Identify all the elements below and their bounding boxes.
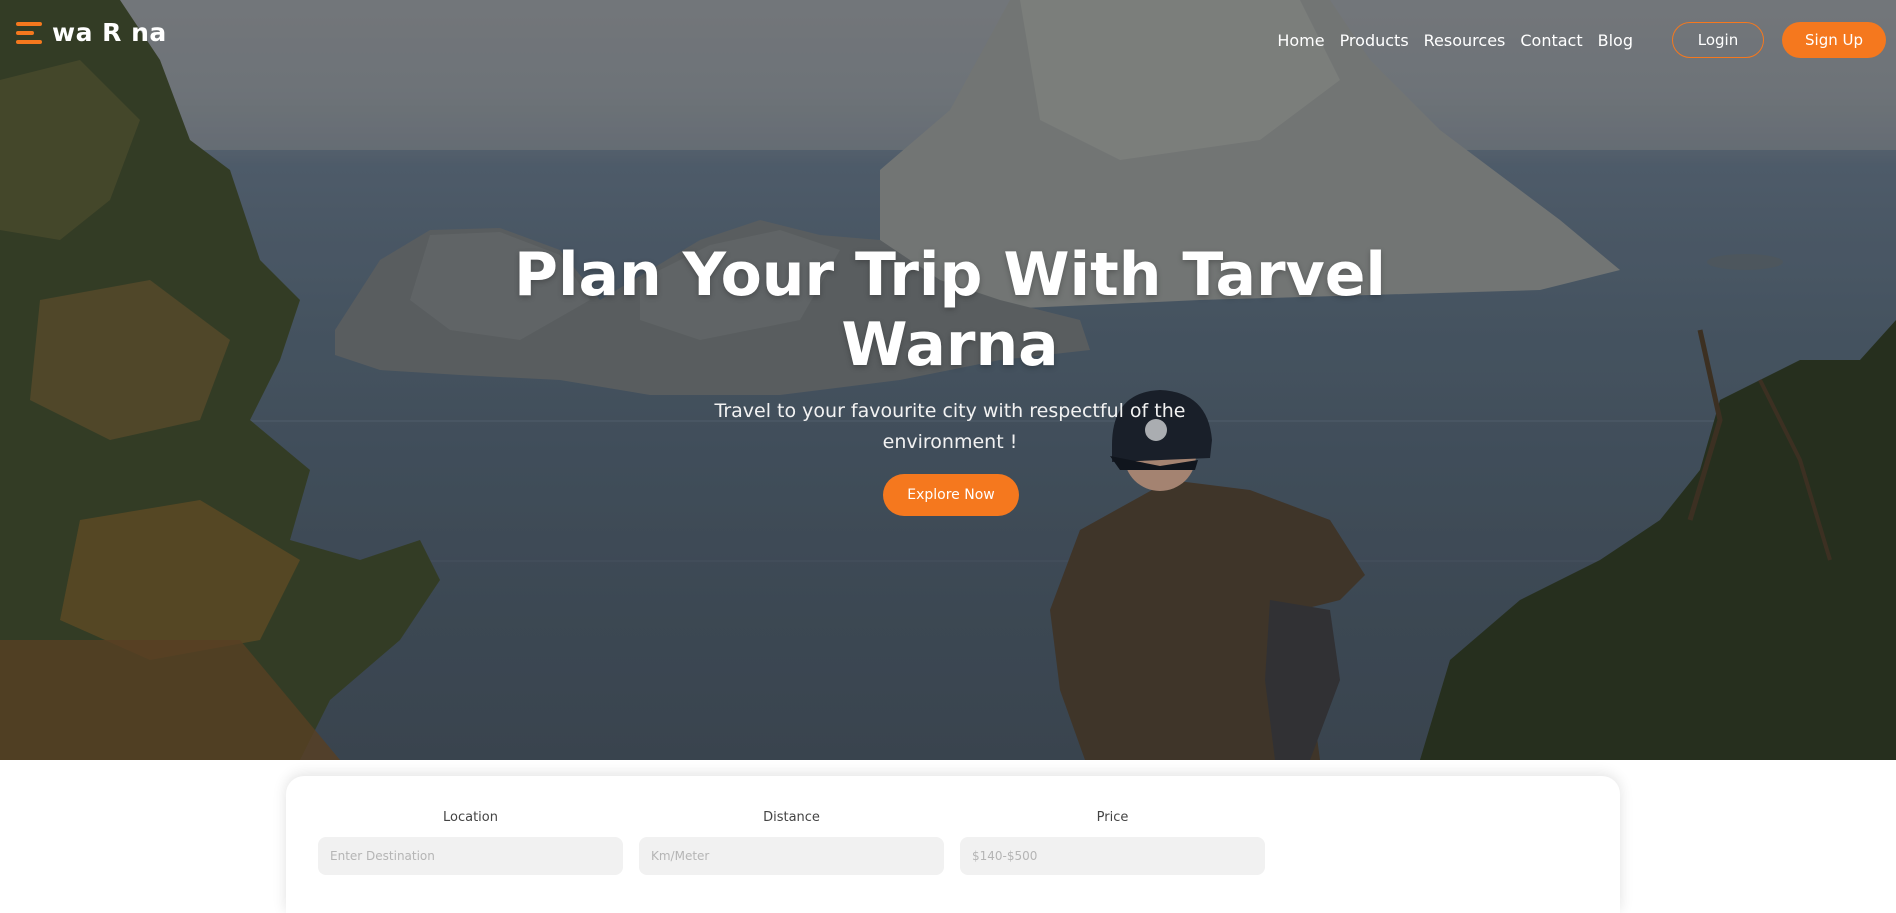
- hero-title: Plan Your Trip With Tarvel Warna: [514, 240, 1386, 380]
- location-field: Location: [318, 810, 623, 875]
- nav-link-products[interactable]: Products: [1340, 31, 1409, 50]
- hero-subtitle: Travel to your favourite city with respe…: [714, 400, 1186, 453]
- brand-name: wa R na: [52, 18, 167, 47]
- distance-field: Distance: [639, 810, 944, 875]
- location-input[interactable]: [318, 837, 623, 875]
- distance-label: Distance: [763, 810, 820, 825]
- location-label: Location: [443, 810, 498, 825]
- hero-section: wa R na Home Products Resources Contact …: [0, 0, 1896, 760]
- price-field: Price: [960, 810, 1265, 875]
- login-button[interactable]: Login: [1672, 22, 1764, 58]
- search-card: Location Distance Price: [286, 776, 1620, 913]
- distance-input[interactable]: [639, 837, 944, 875]
- price-input[interactable]: [960, 837, 1265, 875]
- nav-link-resources[interactable]: Resources: [1424, 31, 1506, 50]
- top-navigation: Home Products Resources Contact Blog Log…: [1277, 22, 1896, 58]
- price-label: Price: [1096, 810, 1129, 825]
- brand-logo[interactable]: wa R na: [16, 18, 167, 47]
- nav-link-home[interactable]: Home: [1277, 31, 1324, 50]
- menu-icon[interactable]: [16, 21, 42, 44]
- nav-link-blog[interactable]: Blog: [1598, 31, 1633, 50]
- hero-overlay: [0, 0, 1896, 760]
- nav-link-contact[interactable]: Contact: [1520, 31, 1582, 50]
- signup-button[interactable]: Sign Up: [1782, 22, 1886, 58]
- explore-now-button[interactable]: Explore Now: [883, 474, 1019, 516]
